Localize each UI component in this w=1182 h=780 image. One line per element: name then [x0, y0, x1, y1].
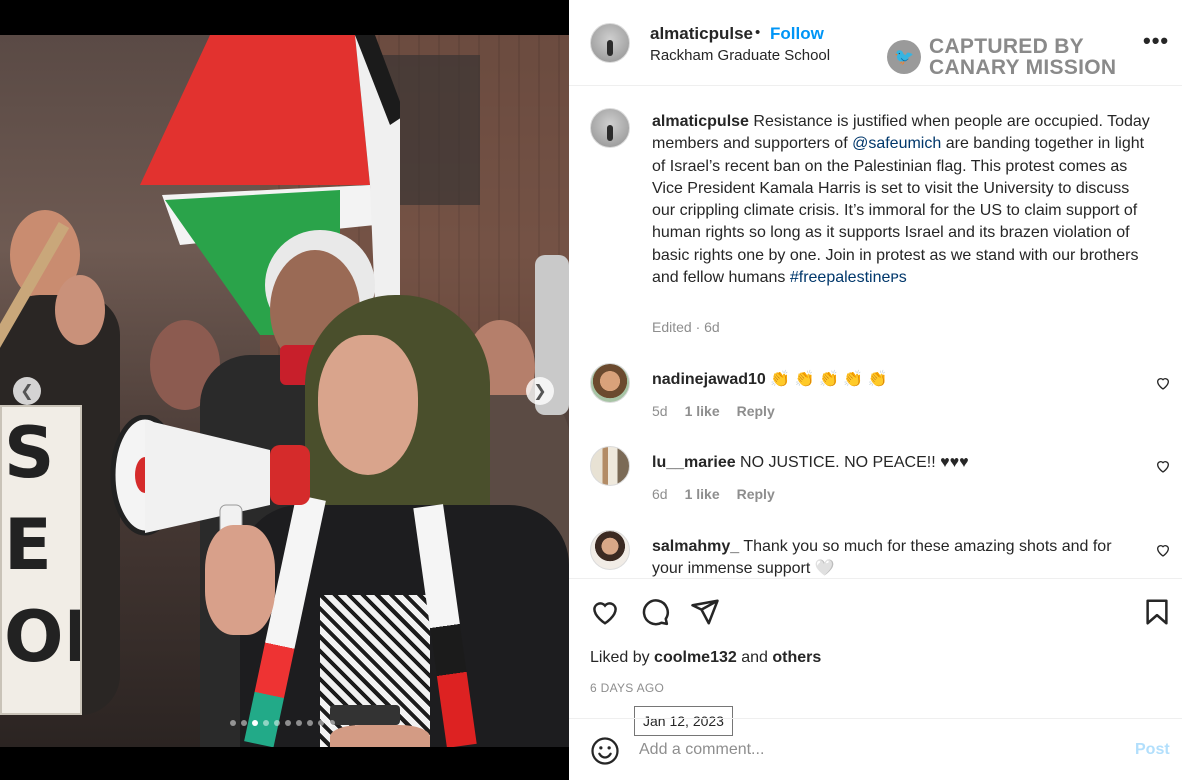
- add-comment-bar: Post: [569, 718, 1182, 780]
- liked-by-others[interactable]: others: [772, 649, 821, 666]
- reply-button[interactable]: Reply: [737, 486, 775, 502]
- post-comment-button[interactable]: Post: [1135, 741, 1170, 759]
- carousel-dot[interactable]: [285, 720, 291, 726]
- carousel-dot[interactable]: [296, 720, 302, 726]
- comment-like-heart-icon[interactable]: [1155, 542, 1171, 558]
- post-header: almaticpulse • Follow Rackham Graduate S…: [569, 0, 1182, 86]
- like-heart-icon[interactable]: [590, 597, 620, 627]
- comment-username[interactable]: salmahmy_: [652, 538, 739, 555]
- avatar[interactable]: [590, 23, 630, 63]
- carousel-dot[interactable]: [230, 720, 236, 726]
- comment-likes[interactable]: 1 like: [685, 403, 720, 419]
- edited-timestamp: Edited · 6d: [652, 319, 720, 335]
- hashtag-link[interactable]: #freepalestineᴘs: [790, 269, 907, 286]
- emoji-icon[interactable]: [590, 736, 620, 766]
- caption-username[interactable]: almaticpulse: [652, 113, 749, 130]
- comment-username[interactable]: lu__mariee: [652, 454, 736, 471]
- comments-list[interactable]: almaticpulse Resistance is justified whe…: [569, 87, 1182, 578]
- protest-sign: SEON: [0, 405, 82, 715]
- post-actions: Liked by coolme132 and others 6 DAYS AGO…: [569, 578, 1182, 736]
- carousel-dot[interactable]: [274, 720, 280, 726]
- carousel-dot[interactable]: [329, 720, 335, 726]
- carousel-dots: [230, 720, 335, 726]
- comment-age[interactable]: 6d: [652, 486, 668, 502]
- carousel-dot[interactable]: [307, 720, 313, 726]
- carousel-dot-active[interactable]: [252, 720, 258, 726]
- bookmark-save-icon[interactable]: [1142, 597, 1172, 627]
- watermark-line1: CAPTURED BY: [929, 35, 1084, 58]
- share-send-icon[interactable]: [690, 597, 720, 627]
- post-photo: SEON: [0, 35, 569, 747]
- previous-arrow-icon[interactable]: ❮: [13, 377, 41, 405]
- canary-seal-icon: 🐦: [887, 40, 921, 74]
- post-caption: almaticpulse Resistance is justified whe…: [652, 113, 1150, 287]
- commenter-avatar[interactable]: [590, 530, 630, 570]
- reply-button[interactable]: Reply: [737, 403, 775, 419]
- follow-button[interactable]: Follow: [770, 24, 824, 44]
- next-arrow-icon[interactable]: ❯: [526, 377, 554, 405]
- comment-text: NO JUSTICE. NO PEACE!! ♥♥♥: [735, 454, 969, 471]
- comment-bubble-icon[interactable]: [640, 597, 670, 627]
- commenter-avatar[interactable]: [590, 363, 630, 403]
- post-details-panel: almaticpulse • Follow Rackham Graduate S…: [569, 0, 1182, 780]
- commenter-avatar[interactable]: [590, 446, 630, 486]
- watermark-line2: CANARY MISSION: [929, 56, 1117, 79]
- comment-input[interactable]: [639, 737, 1109, 763]
- post-location[interactable]: Rackham Graduate School: [650, 47, 830, 64]
- comment-text: 👏 👏 👏 👏 👏: [765, 371, 888, 388]
- comment-age[interactable]: 5d: [652, 403, 668, 419]
- caption-avatar[interactable]: [590, 108, 630, 148]
- carousel-dot[interactable]: [241, 720, 247, 726]
- comment-username[interactable]: nadinejawad10: [652, 371, 766, 388]
- watermark: 🐦 CAPTURED BY CANARY MISSION: [887, 36, 1116, 78]
- comment-like-heart-icon[interactable]: [1155, 375, 1171, 391]
- liked-by-text: Liked by coolme132 and others: [590, 649, 822, 666]
- post-username[interactable]: almaticpulse: [650, 24, 753, 44]
- post-time-ago[interactable]: 6 DAYS AGO: [590, 681, 664, 695]
- liked-by-user[interactable]: coolme132: [654, 649, 737, 666]
- mention-link[interactable]: @safeumich: [852, 135, 941, 152]
- post-media: SEON ❮ ❯: [0, 0, 569, 780]
- carousel-dot[interactable]: [318, 720, 324, 726]
- more-horizontal-icon[interactable]: •••: [1143, 28, 1169, 54]
- separator-dot: •: [755, 24, 761, 41]
- comment-likes[interactable]: 1 like: [685, 486, 720, 502]
- comment-like-heart-icon[interactable]: [1155, 458, 1171, 474]
- carousel-dot[interactable]: [263, 720, 269, 726]
